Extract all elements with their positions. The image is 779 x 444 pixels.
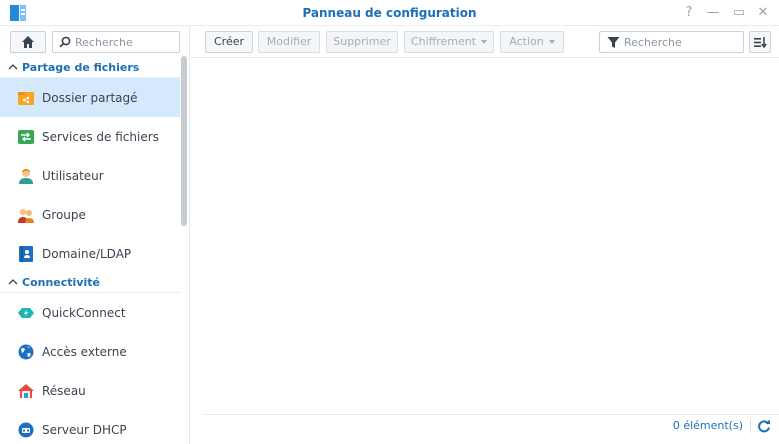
- filter-search[interactable]: [599, 31, 744, 53]
- caret-down-icon: [548, 40, 555, 44]
- sidebar-item-dhcp-server[interactable]: Serveur DHCP: [0, 410, 180, 444]
- home-icon: [22, 36, 34, 48]
- sidebar-item-group[interactable]: Groupe: [0, 195, 180, 234]
- refresh-icon[interactable]: [757, 419, 771, 433]
- action-dropdown[interactable]: Action: [500, 31, 564, 53]
- delete-button[interactable]: Supprimer: [326, 31, 398, 53]
- action-label: Action: [509, 35, 544, 48]
- sidebar-search-input[interactable]: [75, 34, 175, 50]
- minimize-button[interactable]: —: [702, 3, 724, 23]
- user-icon: [19, 168, 33, 184]
- sidebar-item-label: QuickConnect: [42, 305, 126, 320]
- shared-folder-icon: [18, 91, 34, 105]
- dhcp-server-icon: [18, 422, 34, 437]
- sort-list-icon: [754, 37, 767, 49]
- section-connectivity[interactable]: Connectivité: [0, 273, 180, 293]
- filter-search-input[interactable]: [624, 34, 739, 50]
- file-services-icon: [18, 129, 34, 144]
- search-icon: [59, 36, 71, 48]
- home-button[interactable]: [10, 31, 46, 53]
- maximize-button[interactable]: ▭: [728, 3, 750, 23]
- section-file-sharing[interactable]: Partage de fichiers: [0, 58, 180, 78]
- sidebar-scrollbar[interactable]: [181, 56, 187, 226]
- sidebar-item-quickconnect[interactable]: QuickConnect: [0, 293, 180, 332]
- modify-button[interactable]: Modifier: [258, 31, 320, 53]
- sidebar-item-user[interactable]: Utilisateur: [0, 156, 180, 195]
- sidebar-item-network[interactable]: Réseau: [0, 371, 180, 410]
- sidebar-item-label: Domaine/LDAP: [42, 246, 132, 261]
- toolbar: Créer Modifier Supprimer Chiffrement Act…: [191, 26, 779, 58]
- chevron-up-icon: [8, 279, 18, 285]
- item-count: 0 élément(s): [672, 419, 743, 432]
- section-label: Connectivité: [22, 276, 100, 289]
- encryption-dropdown[interactable]: Chiffrement: [404, 31, 494, 53]
- status-bar: 0 élément(s): [203, 414, 779, 436]
- close-button[interactable]: ✕: [752, 3, 774, 23]
- section-label: Partage de fichiers: [22, 61, 140, 74]
- sidebar-item-shared-folder[interactable]: Dossier partagé: [0, 78, 180, 117]
- sidebar-item-label: Serveur DHCP: [42, 422, 127, 437]
- filter-icon: [607, 37, 620, 48]
- network-icon: [18, 383, 34, 398]
- divider: [750, 419, 751, 433]
- create-button[interactable]: Créer: [205, 31, 253, 53]
- sidebar-search[interactable]: [52, 31, 180, 53]
- sidebar-nav: Partage de fichiers Dossier partagé Serv…: [0, 58, 180, 444]
- sidebar-item-file-services[interactable]: Services de fichiers: [0, 117, 180, 156]
- quickconnect-icon: [18, 307, 34, 318]
- caret-down-icon: [481, 40, 488, 44]
- sidebar: Partage de fichiers Dossier partagé Serv…: [0, 26, 190, 444]
- window-title: Panneau de configuration: [302, 6, 477, 20]
- sidebar-item-label: Utilisateur: [42, 168, 104, 183]
- title-bar: Panneau de configuration ? — ▭ ✕: [0, 0, 779, 26]
- domain-ldap-icon: [19, 245, 33, 262]
- sidebar-item-label: Réseau: [42, 383, 86, 398]
- main-panel: Créer Modifier Supprimer Chiffrement Act…: [191, 26, 779, 444]
- sidebar-item-label: Accès externe: [42, 344, 127, 359]
- sidebar-item-label: Groupe: [42, 207, 86, 222]
- chevron-up-icon: [8, 64, 18, 70]
- sidebar-item-domain-ldap[interactable]: Domaine/LDAP: [0, 234, 180, 273]
- sidebar-item-label: Dossier partagé: [42, 90, 138, 105]
- encryption-label: Chiffrement: [410, 35, 477, 48]
- help-button[interactable]: ?: [678, 3, 700, 23]
- sidebar-item-external-access[interactable]: Accès externe: [0, 332, 180, 371]
- external-access-icon: [18, 344, 34, 359]
- sidebar-item-label: Services de fichiers: [42, 129, 159, 144]
- sort-button[interactable]: [749, 31, 771, 53]
- group-icon: [18, 208, 34, 223]
